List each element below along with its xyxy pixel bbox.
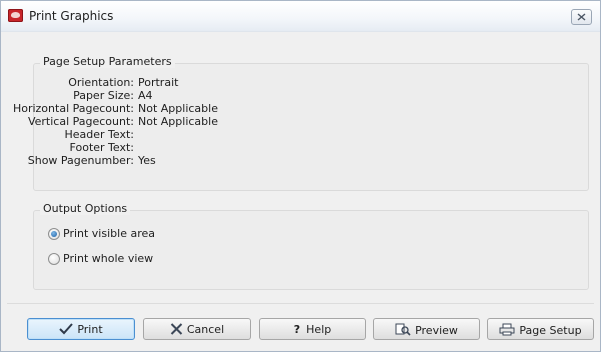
param-label: Header Text: (64, 128, 134, 141)
preview-button-label: Preview (415, 324, 458, 337)
param-row-orientation: Orientation: Portrait (10, 76, 218, 89)
output-options-group: Output Options Print visible area Print … (33, 202, 589, 290)
window-title: Print Graphics (29, 9, 114, 23)
page-setup-legend: Page Setup Parameters (40, 55, 175, 68)
radio-label[interactable]: Print whole view (63, 252, 153, 266)
cancel-button[interactable]: Cancel (143, 318, 251, 340)
param-row-header-text: Header Text: (10, 128, 218, 141)
print-button[interactable]: Print (27, 318, 135, 340)
output-options-legend: Output Options (40, 202, 131, 215)
param-row-paper-size: Paper Size: A4 (10, 89, 218, 102)
param-row-show-pagenumber: Show Pagenumber: Yes (10, 154, 218, 167)
param-label: Footer Text: (69, 141, 134, 154)
button-bar-divider (7, 303, 594, 304)
param-row-horizontal-pagecount: Horizontal Pagecount: Not Applicable (10, 102, 218, 115)
param-value (134, 141, 138, 154)
radio-label[interactable]: Print visible area (63, 227, 155, 241)
help-button[interactable]: ? Help (259, 318, 366, 340)
param-label: Vertical Pagecount: (27, 115, 134, 128)
param-label: Show Pagenumber: (27, 154, 134, 167)
print-button-label: Print (77, 323, 103, 336)
page-setup-button[interactable]: Page Setup (487, 318, 594, 340)
page-setup-group: Page Setup Parameters Orientation: Portra… (13, 55, 589, 191)
param-label: Orientation: (68, 76, 134, 89)
page-setup-parameters: Orientation: Portrait Paper Size: A4 Horiz… (10, 76, 218, 167)
help-button-label: Help (306, 323, 332, 336)
checkmark-icon (59, 323, 74, 335)
radio-button-checked[interactable] (48, 228, 60, 240)
param-value: Not Applicable (138, 102, 218, 115)
close-icon (577, 13, 586, 21)
preview-icon (395, 323, 411, 336)
param-value: Not Applicable (138, 115, 218, 128)
param-label: Paper Size: (73, 89, 134, 102)
param-row-footer-text: Footer Text: (10, 141, 218, 154)
radio-button[interactable] (48, 253, 60, 265)
x-icon (170, 323, 183, 335)
param-value: Yes (138, 154, 156, 167)
page-setup-button-label: Page Setup (519, 324, 582, 337)
title-bar: Print Graphics (1, 1, 600, 32)
preview-button[interactable]: Preview (373, 318, 480, 340)
param-value: Portrait (138, 76, 179, 89)
close-button[interactable] (571, 9, 592, 25)
param-value: A4 (138, 89, 153, 102)
app-logo-icon (8, 9, 23, 22)
param-value (134, 128, 138, 141)
param-row-vertical-pagecount: Vertical Pagecount: Not Applicable (10, 115, 218, 128)
page-setup-icon (499, 323, 515, 336)
print-graphics-dialog: Print Graphics Page Setup Parameters Ori… (0, 0, 601, 352)
cancel-button-label: Cancel (186, 323, 225, 336)
param-label: Horizontal Pagecount: (12, 102, 134, 115)
question-mark-icon: ? (293, 323, 301, 336)
